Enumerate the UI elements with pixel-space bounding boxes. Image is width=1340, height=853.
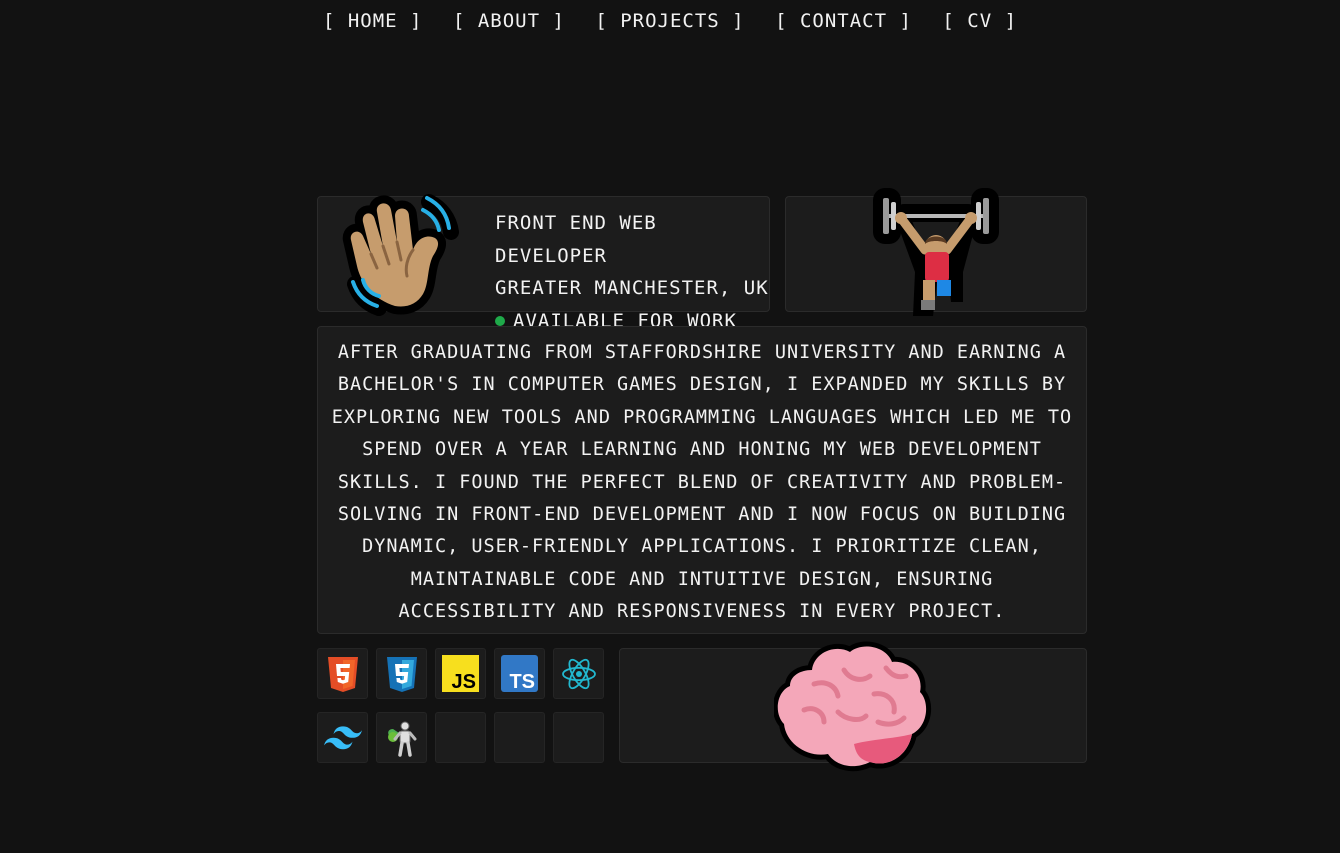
about-card: AFTER GRADUATING FROM STAFFORDSHIRE UNIV… bbox=[317, 326, 1087, 634]
skill-tile-tailwind bbox=[317, 712, 368, 763]
waving-hand-icon bbox=[342, 194, 459, 316]
nav-home-link[interactable]: [ HOME ] bbox=[323, 10, 423, 32]
css3-icon bbox=[386, 656, 417, 692]
typescript-label: TS bbox=[509, 671, 535, 693]
javascript-label: JS bbox=[451, 671, 476, 693]
location-text: GREATER MANCHESTER, UK bbox=[495, 277, 769, 299]
react-icon bbox=[561, 658, 596, 689]
main-nav: [ HOME ] [ ABOUT ] [ PROJECTS ] [ CONTAC… bbox=[0, 10, 1340, 32]
skill-tile-typescript: TS bbox=[494, 648, 545, 699]
skill-tile-empty-1 bbox=[435, 712, 486, 763]
weightlifter-icon bbox=[873, 188, 999, 316]
html5-icon bbox=[327, 656, 358, 692]
nav-projects-link[interactable]: [ PROJECTS ] bbox=[595, 10, 744, 32]
skill-tile-css3 bbox=[376, 648, 427, 699]
skill-tile-react bbox=[553, 648, 604, 699]
skill-tile-testing bbox=[376, 712, 427, 763]
role-title: FRONT END WEB DEVELOPER bbox=[495, 212, 657, 267]
skill-tile-html5 bbox=[317, 648, 368, 699]
skill-tile-empty-2 bbox=[494, 712, 545, 763]
skill-tile-javascript: JS bbox=[435, 648, 486, 699]
typescript-icon: TS bbox=[501, 655, 538, 692]
intro-text: FRONT END WEB DEVELOPER GREATER MANCHEST… bbox=[495, 207, 769, 337]
about-text: AFTER GRADUATING FROM STAFFORDSHIRE UNIV… bbox=[331, 342, 1073, 623]
nav-about-link[interactable]: [ ABOUT ] bbox=[453, 10, 565, 32]
status-dot-icon bbox=[495, 315, 505, 326]
brain-icon bbox=[774, 641, 932, 772]
testing-robot-icon bbox=[387, 721, 416, 757]
nav-cv-link[interactable]: [ CV ] bbox=[942, 10, 1017, 32]
javascript-icon: JS bbox=[442, 655, 479, 692]
tailwind-icon bbox=[323, 725, 362, 749]
skill-tile-empty-3 bbox=[553, 712, 604, 763]
nav-contact-link[interactable]: [ CONTACT ] bbox=[775, 10, 912, 32]
